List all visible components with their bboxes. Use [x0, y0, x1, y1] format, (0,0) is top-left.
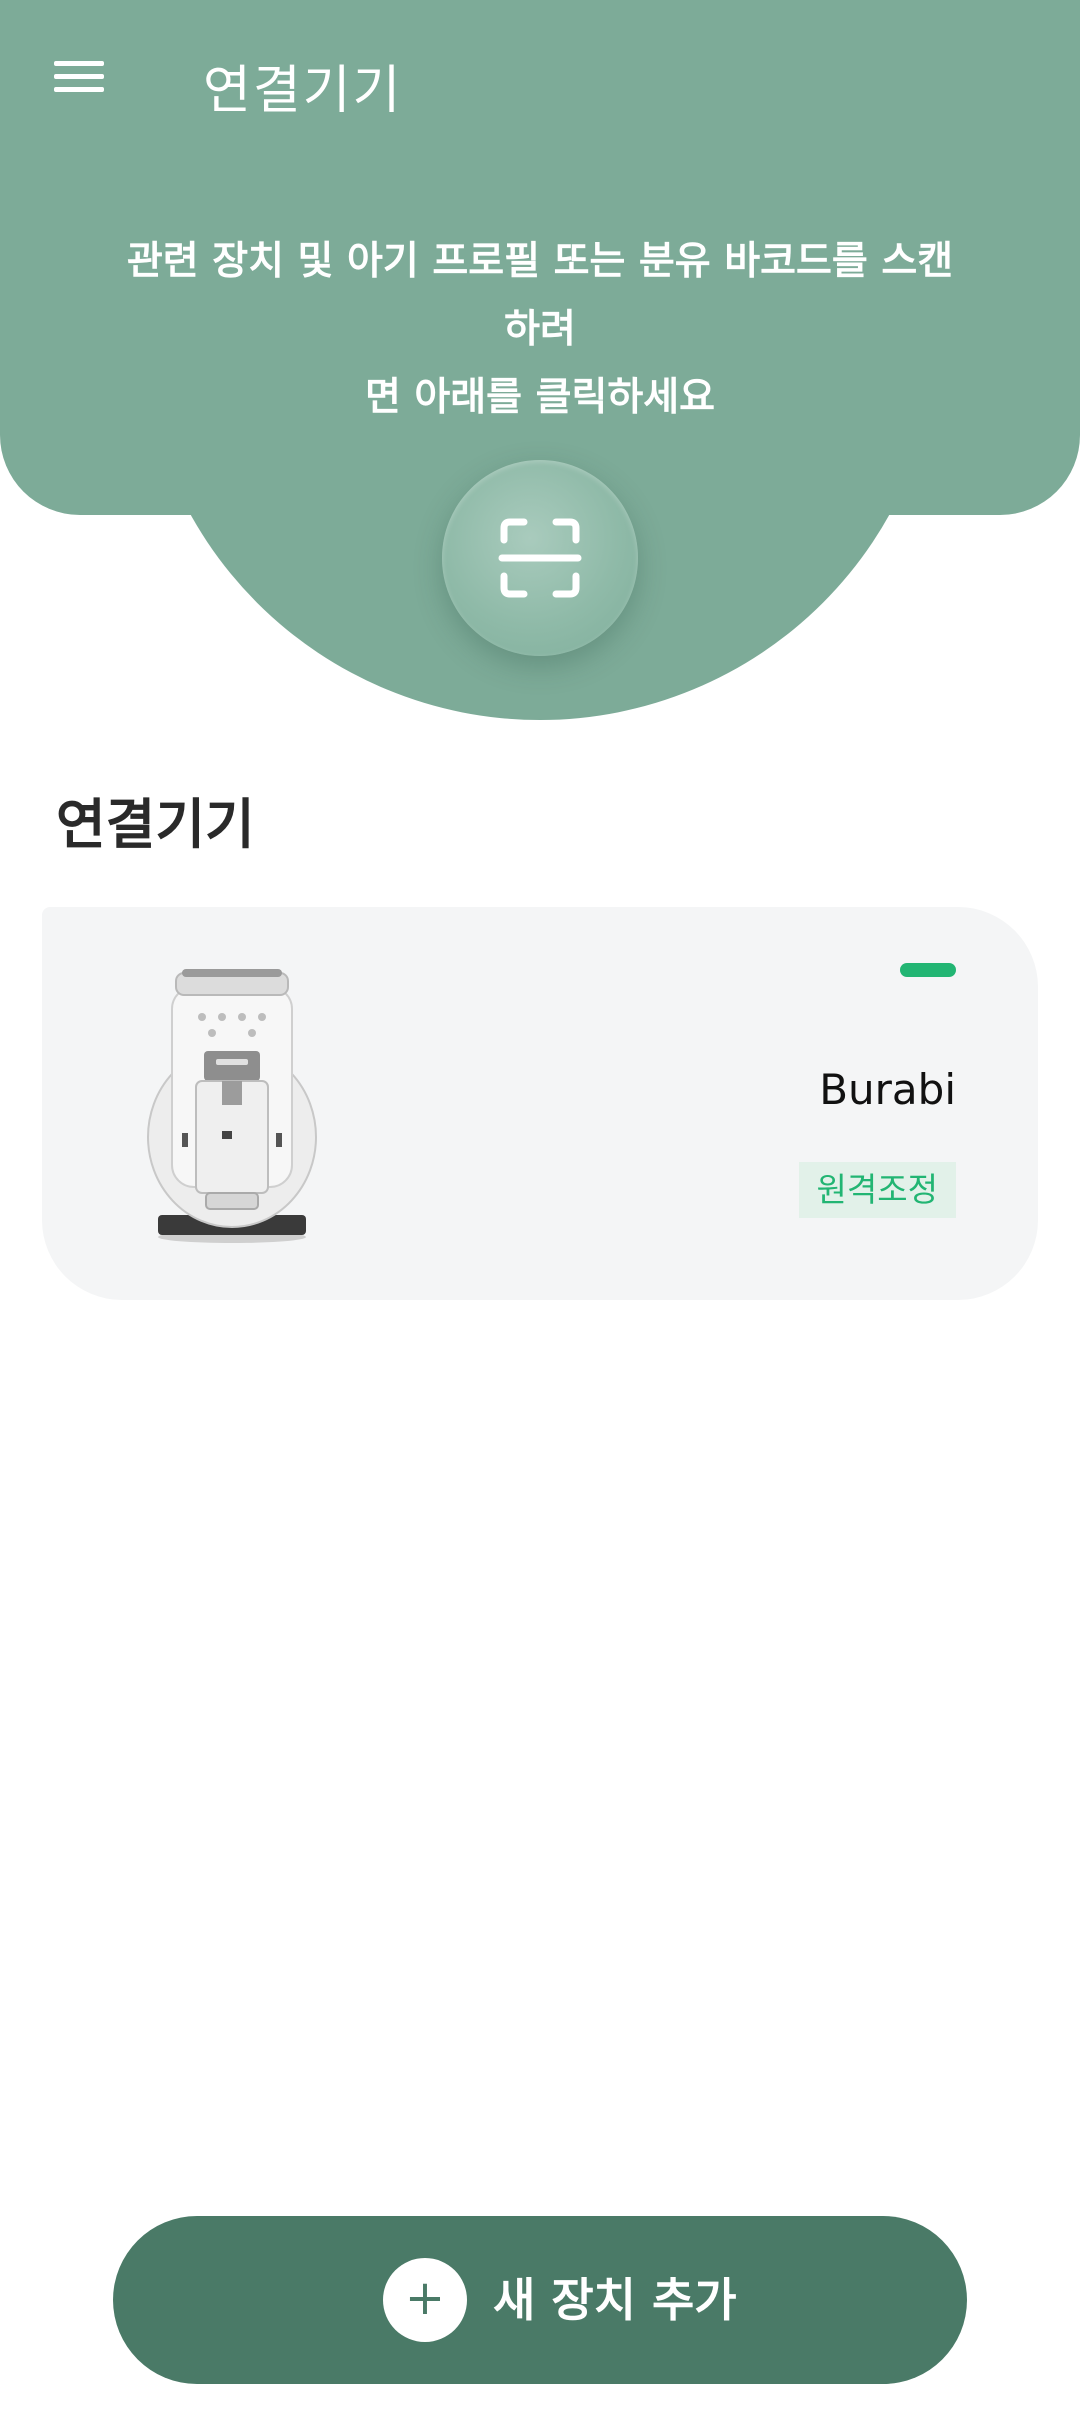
- scan-button[interactable]: [442, 460, 638, 656]
- menu-line: [54, 87, 104, 92]
- plus-icon: +: [383, 2258, 467, 2342]
- device-name: Burabi: [819, 1065, 956, 1114]
- menu-line: [54, 61, 104, 66]
- add-device-label: 새 장치 추가: [493, 2273, 737, 2327]
- hamburger-menu-icon[interactable]: [48, 55, 110, 99]
- connection-status-indicator: [900, 963, 956, 977]
- menu-line: [54, 74, 104, 79]
- add-device-button[interactable]: + 새 장치 추가: [113, 2216, 967, 2384]
- scan-frame-icon: [498, 518, 582, 598]
- instruction-line-1: 관련 장치 및 아기 프로필 또는 분유 바코드를 스캔하려: [126, 239, 954, 352]
- instruction-line-2: 면 아래를 클릭하세요: [364, 375, 716, 420]
- remote-control-button[interactable]: 원격조정: [798, 1162, 956, 1218]
- connected-devices-screen: 연결기기 관련 장치 및 아기 프로필 또는 분유 바코드를 스캔하려 면 아래…: [0, 0, 1080, 2411]
- formula-maker-image: [147, 969, 317, 1243]
- page-title: 연결기기: [203, 61, 403, 121]
- device-card[interactable]: Burabi 원격조정: [42, 907, 1038, 1300]
- section-title: 연결기기: [56, 793, 255, 856]
- scan-instruction: 관련 장치 및 아기 프로필 또는 분유 바코드를 스캔하려 면 아래를 클릭하…: [110, 228, 970, 432]
